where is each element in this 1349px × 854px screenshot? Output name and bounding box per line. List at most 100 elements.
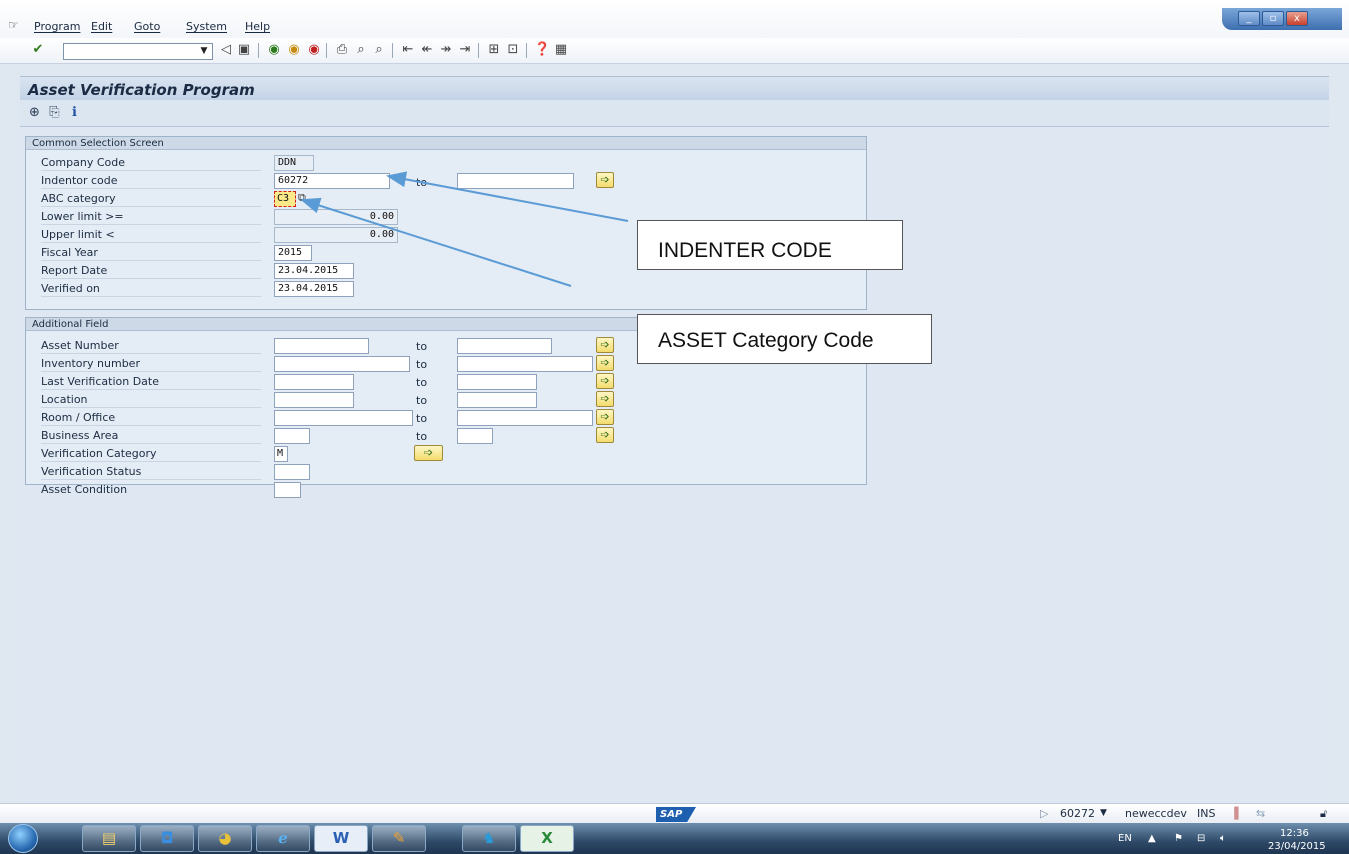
company-code-field[interactable]: DDN — [274, 155, 314, 171]
last-page-icon[interactable]: ⇥ — [457, 42, 473, 58]
back-icon[interactable]: ◉ — [266, 42, 282, 58]
standard-toolbar: ✔ ▼ ◁ ▣ ◉ ◉ ◉ ⎙ ⌕ ⌕ ⇤ ↞ ↠ ⇥ ⊞ ⊡ ❓ ▦ — [0, 38, 1349, 64]
inventory-number-multiple-selection-button[interactable]: ➩ — [596, 355, 614, 371]
system-tray: EN ▲ ⚑ ⊟ 🔈︎ 12:36 23/04/2015 — [1100, 823, 1349, 854]
program-info-icon[interactable]: ℹ — [66, 104, 83, 121]
exit-icon[interactable]: ◉ — [286, 42, 302, 58]
menu-toggle-icon[interactable]: ☞ — [8, 18, 19, 32]
help-icon[interactable]: ❓ — [534, 42, 550, 58]
network-icon[interactable]: ⊟ — [1197, 833, 1205, 844]
location-to-field[interactable] — [457, 392, 537, 408]
enter-check-icon[interactable]: ✔ — [30, 42, 46, 58]
company-code-label: Company Code — [41, 154, 261, 171]
business-area-multiple-selection-button[interactable]: ➩ — [596, 427, 614, 443]
last-verification-date-from-field[interactable] — [274, 374, 354, 390]
cancel-icon[interactable]: ◉ — [306, 42, 322, 58]
find-next-icon[interactable]: ⌕ — [371, 42, 387, 58]
chrome-icon[interactable]: ◕ — [198, 825, 252, 852]
excel-icon[interactable]: X — [520, 825, 574, 852]
command-field[interactable] — [63, 43, 213, 60]
status-chart-icon: ▐ — [1230, 807, 1239, 820]
minimize-button[interactable]: _ — [1238, 11, 1260, 26]
asset-category-code-callout: ASSET Category Code — [637, 314, 932, 364]
indenter-code-callout: INDENTER CODE — [637, 220, 903, 270]
to-label: to — [416, 430, 428, 443]
word-icon[interactable]: W — [314, 825, 368, 852]
status-connection-icon: ⇆ — [1256, 807, 1266, 820]
asset-condition-field[interactable] — [274, 482, 301, 498]
upper-limit-label: Upper limit < — [41, 226, 261, 243]
menu-edit[interactable]: Edit — [91, 20, 112, 33]
create-session-icon[interactable]: ⊞ — [486, 42, 502, 58]
internet-explorer-icon[interactable]: ℯ — [256, 825, 310, 852]
asset-number-to-field[interactable] — [457, 338, 552, 354]
menu-help[interactable]: Help — [245, 20, 270, 33]
menu-system[interactable]: System — [186, 20, 227, 33]
get-variant-icon[interactable]: ⎘ — [46, 104, 63, 121]
status-dropdown-icon[interactable]: ▼ — [1100, 808, 1107, 818]
fiscal-year-field[interactable]: 2015 — [274, 245, 312, 261]
last-verification-date-to-field[interactable] — [457, 374, 537, 390]
previous-page-icon[interactable]: ↞ — [419, 42, 435, 58]
outlook-icon[interactable]: ◘ — [140, 825, 194, 852]
clock-date[interactable]: 23/04/2015 — [1268, 841, 1326, 852]
indentor-multiple-selection-button[interactable]: ➩ — [596, 172, 614, 188]
indentor-code-to-field[interactable] — [457, 173, 574, 189]
status-server: neweccdev — [1125, 807, 1187, 820]
print-icon[interactable]: ⎙ — [334, 42, 350, 58]
save-icon[interactable]: ▣ — [236, 42, 252, 58]
asset-number-from-field[interactable] — [274, 338, 369, 354]
asset-number-multiple-selection-button[interactable]: ➩ — [596, 337, 614, 353]
first-page-icon[interactable]: ⇤ — [400, 42, 416, 58]
close-button[interactable]: x — [1286, 11, 1308, 26]
status-mode: INS — [1197, 807, 1216, 820]
status-play-icon[interactable]: ▷ — [1040, 807, 1048, 820]
language-indicator[interactable]: EN — [1118, 833, 1132, 844]
verification-category-multiple-selection-button[interactable]: ➩ — [414, 445, 443, 461]
restore-button[interactable]: ▫ — [1262, 11, 1284, 26]
sap-logon-icon[interactable]: ♞ — [462, 825, 516, 852]
clock-time[interactable]: 12:36 — [1280, 828, 1309, 839]
show-hidden-icons-icon[interactable]: ▲ — [1148, 833, 1156, 844]
execute-icon[interactable]: ⊕ — [26, 104, 43, 121]
status-user-code: 60272 — [1060, 807, 1095, 820]
search-help-icon[interactable]: ⧉ — [298, 191, 306, 205]
report-date-field[interactable]: 23.04.2015 — [274, 263, 354, 279]
business-area-to-field[interactable] — [457, 428, 493, 444]
menu-goto[interactable]: Goto — [134, 20, 160, 33]
location-multiple-selection-button[interactable]: ➩ — [596, 391, 614, 407]
last-verification-date-multiple-selection-button[interactable]: ➩ — [596, 373, 614, 389]
group-heading: Common Selection Screen — [26, 137, 866, 150]
inventory-number-label: Inventory number — [41, 355, 261, 372]
inventory-number-to-field[interactable] — [457, 356, 593, 372]
inventory-number-from-field[interactable] — [274, 356, 410, 372]
command-dropdown-icon[interactable]: ▼ — [196, 44, 212, 59]
application-toolbar: ⊕ ⎘ ℹ — [20, 100, 1329, 127]
room-office-multiple-selection-button[interactable]: ➩ — [596, 409, 614, 425]
volume-icon[interactable]: 🔈︎ — [1220, 833, 1226, 844]
shortcut-icon[interactable]: ⊡ — [505, 42, 521, 58]
start-button-icon[interactable] — [8, 824, 38, 853]
paint-icon[interactable]: ✎ — [372, 825, 426, 852]
abc-category-label: ABC category — [41, 190, 261, 207]
menu-program[interactable]: Program — [34, 20, 80, 33]
abc-category-field[interactable]: C3 — [274, 191, 296, 207]
verified-on-field[interactable]: 23.04.2015 — [274, 281, 354, 297]
status-lock-icon[interactable]: 🔓︎ — [1320, 807, 1327, 821]
verification-status-field[interactable] — [274, 464, 310, 480]
explorer-icon[interactable]: ▤ — [82, 825, 136, 852]
indentor-code-from-field[interactable]: 60272 — [274, 173, 390, 189]
upper-limit-field[interactable]: 0.00 — [274, 227, 398, 243]
location-from-field[interactable] — [274, 392, 354, 408]
business-area-from-field[interactable] — [274, 428, 310, 444]
room-office-from-field[interactable] — [274, 410, 413, 426]
lower-limit-field[interactable]: 0.00 — [274, 209, 398, 225]
customize-layout-icon[interactable]: ▦ — [553, 42, 569, 58]
next-page-icon[interactable]: ↠ — [438, 42, 454, 58]
back-triangle-icon[interactable]: ◁ — [218, 42, 234, 58]
room-office-to-field[interactable] — [457, 410, 593, 426]
find-icon[interactable]: ⌕ — [353, 42, 369, 58]
verification-category-label: Verification Category — [41, 445, 261, 462]
verification-category-field[interactable]: M — [274, 446, 288, 462]
action-center-flag-icon[interactable]: ⚑ — [1174, 833, 1183, 844]
